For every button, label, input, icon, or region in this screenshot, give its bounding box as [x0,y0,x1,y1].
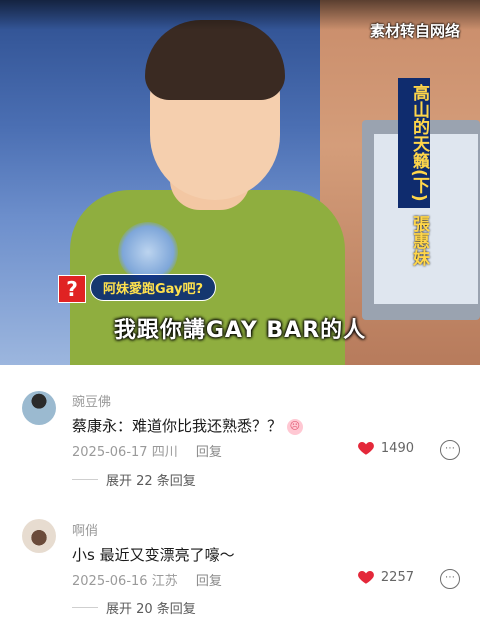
like-count: 1490 [380,440,414,456]
avatar[interactable] [22,519,56,553]
watermark-text: 素材转自网络 [369,22,460,40]
heart-icon [357,439,375,457]
reply-button[interactable]: 回复 [196,445,222,460]
comment-meta: 2025-06-16 江苏 回复 [72,570,222,589]
like-count: 2257 [380,569,414,585]
guest-name-caption: 張惠妹 [409,215,429,266]
more-options-icon[interactable]: ⋯ [440,440,460,460]
question-caption: 阿妹愛跑Gay吧? [90,274,217,301]
expand-replies-button[interactable]: 展开 22 条回复 [72,470,196,489]
comment-location: 江苏 [151,574,178,589]
comment-meta: 2025-06-17 四川 回复 [72,441,222,460]
video-frame[interactable]: 素材转自网络 高山的天籟(下) 張惠妹 ? 阿妹愛跑Gay吧? 我跟你講GAY … [0,0,480,365]
expand-replies-button[interactable]: 展开 20 条回复 [72,598,196,617]
flower-corsage [118,222,178,282]
expand-replies-label: 展开 20 条回复 [106,602,196,617]
comment-username[interactable]: 豌豆佛 [72,391,111,410]
comment-date: 2025-06-17 [72,445,148,460]
expand-replies-label: 展开 22 条回复 [106,474,196,489]
guest-hair [145,20,285,100]
comment-text: 小s 最近又变漂亮了嚎～ [72,546,235,564]
video-subtitle: 我跟你講GAY BAR的人 [113,318,367,343]
comment-location: 四川 [151,445,178,460]
crying-emoji-icon: ☹ [286,418,303,435]
comment-date: 2025-06-16 [72,574,148,589]
question-mark-badge: ? [58,275,86,303]
heart-icon [357,568,375,586]
reply-button[interactable]: 回复 [196,574,222,589]
comment-text: 蔡康永：难道你比我还熟悉？？ ☹ [72,415,303,436]
more-options-icon[interactable]: ⋯ [440,569,460,589]
like-button[interactable]: 2257 [357,568,414,586]
like-button[interactable]: 1490 [357,439,414,457]
avatar[interactable] [22,391,56,425]
show-title-banner: 高山的天籟(下) [398,78,430,208]
comment-username[interactable]: 啊俏 [72,520,98,539]
